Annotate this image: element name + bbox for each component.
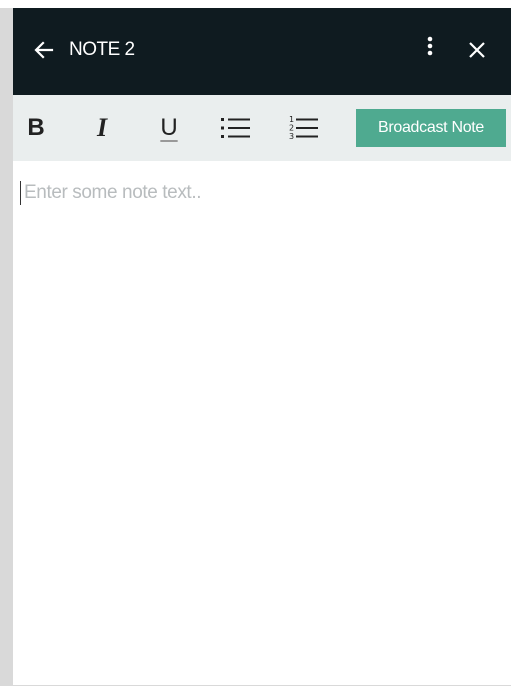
numbered-list-button[interactable]: 1 2 3 — [287, 113, 321, 143]
bullet-list-button[interactable] — [219, 113, 253, 143]
back-button[interactable] — [31, 37, 57, 63]
more-vertical-icon — [427, 36, 433, 56]
bullet-list-icon — [221, 118, 250, 138]
underline-button[interactable]: U — [157, 113, 181, 143]
svg-text:3: 3 — [289, 132, 294, 141]
more-options-button[interactable] — [418, 34, 442, 62]
note-header: NOTE 2 — [13, 8, 511, 95]
note-text-input[interactable] — [20, 181, 504, 205]
note-title: NOTE 2 — [69, 39, 135, 60]
close-button[interactable] — [464, 37, 490, 63]
broadcast-note-button[interactable]: Broadcast Note — [356, 109, 506, 147]
note-panel: NOTE 2 B I U 1 2 3 Broadcast Note Enter … — [0, 8, 511, 686]
bold-button[interactable]: B — [25, 113, 47, 143]
formatting-toolbar: B I U 1 2 3 Broadcast Note — [13, 95, 511, 161]
arrow-left-icon — [34, 41, 54, 59]
numbered-list-icon: 1 2 3 — [289, 115, 318, 141]
close-icon — [469, 42, 485, 58]
italic-button[interactable]: I — [91, 113, 113, 143]
note-editor[interactable] — [13, 161, 511, 685]
